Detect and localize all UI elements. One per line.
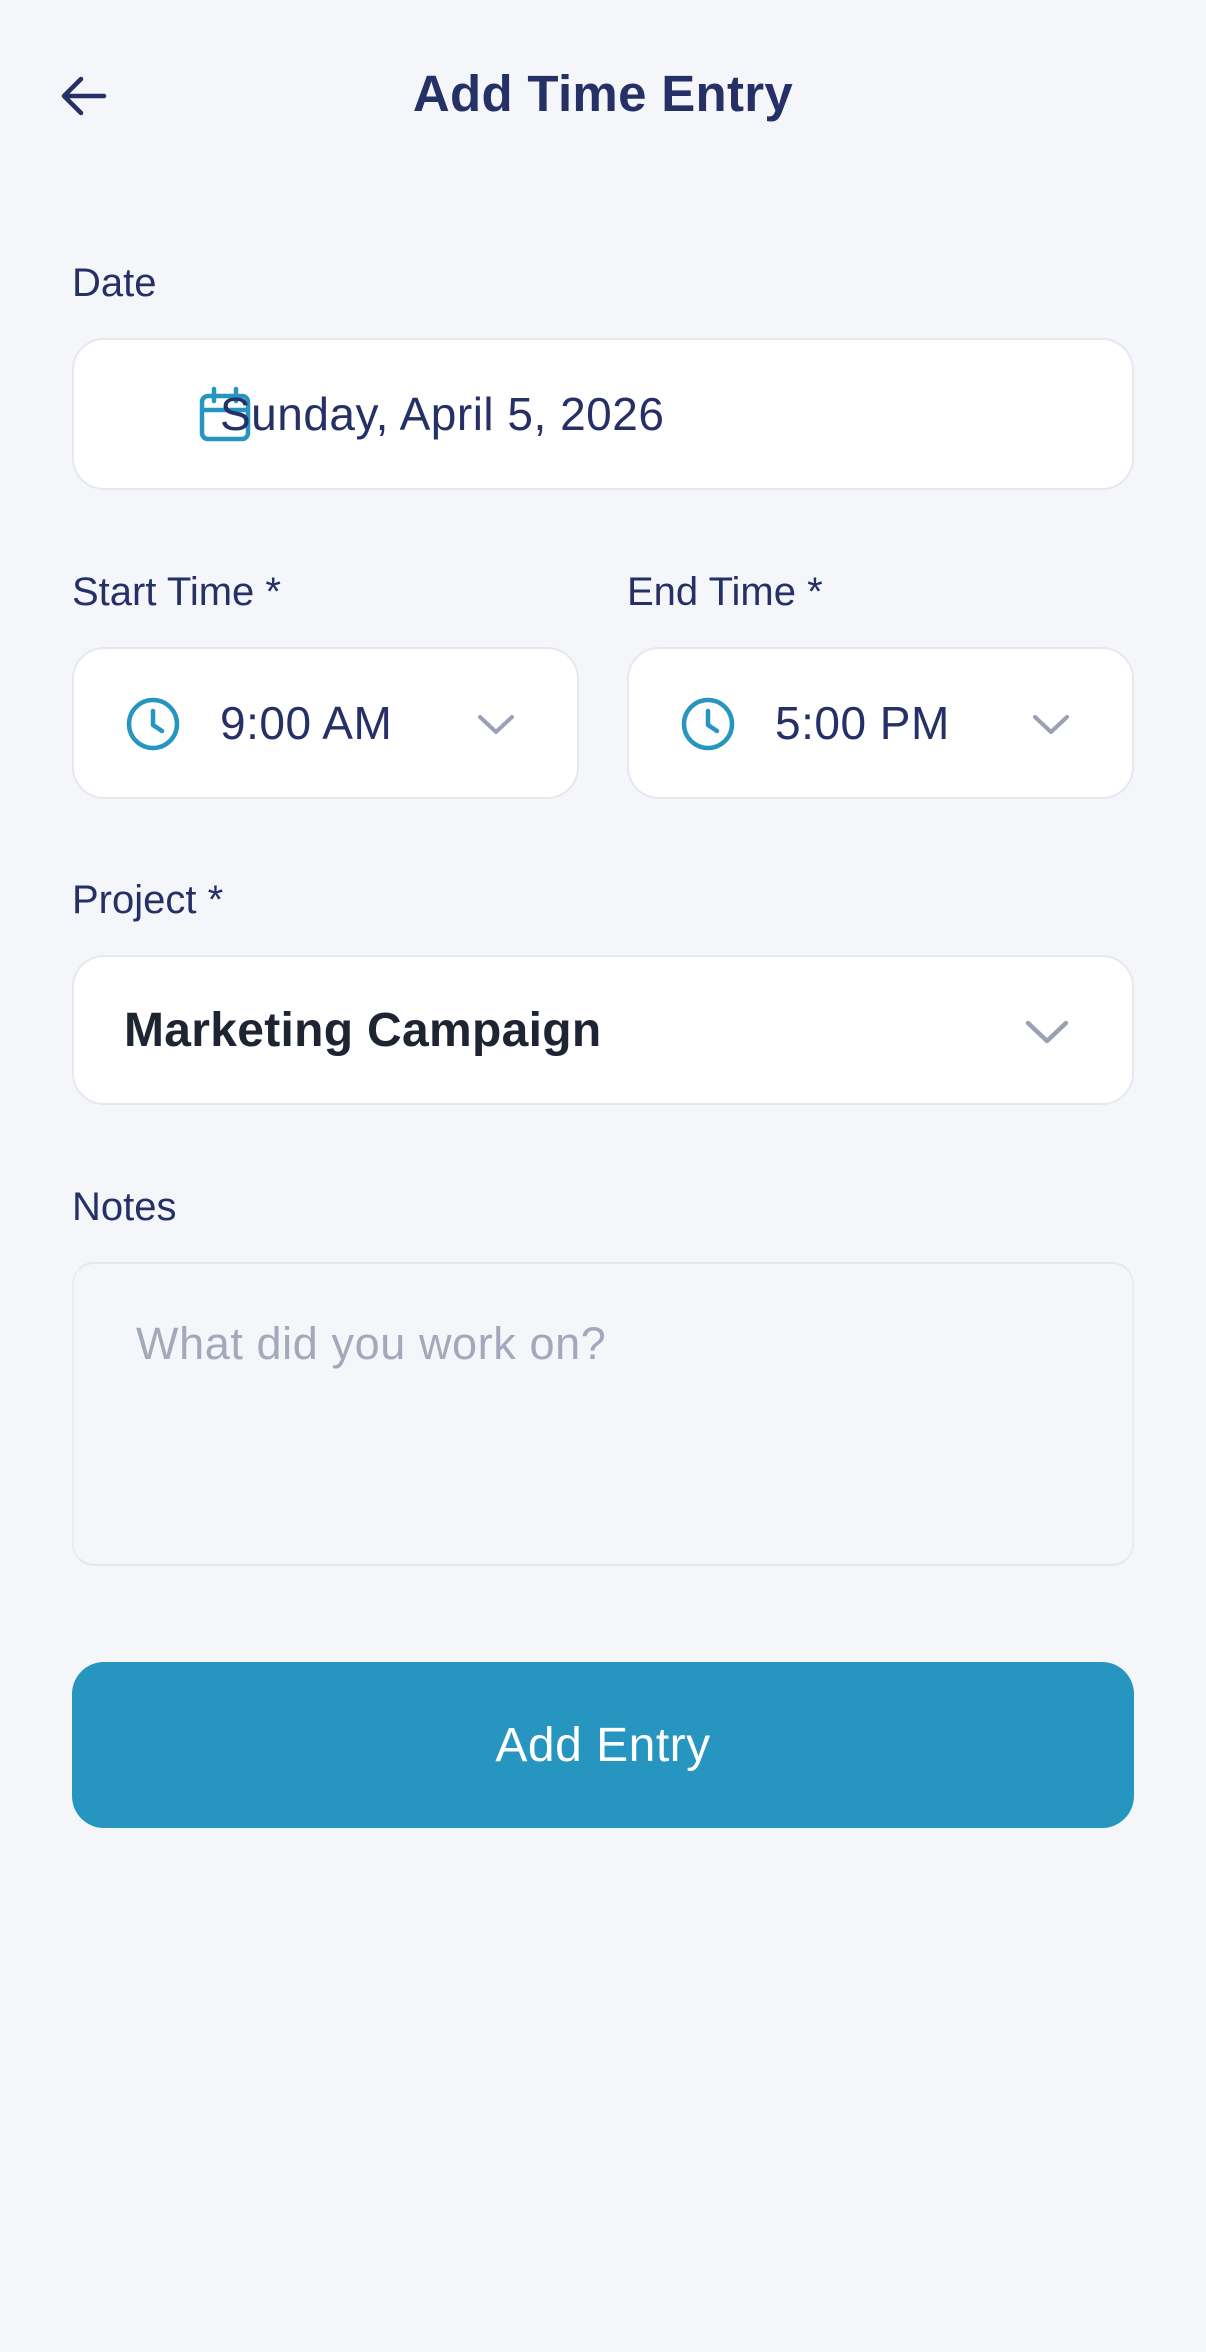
chevron-down-icon (1024, 1009, 1070, 1055)
chevron-down-icon (1031, 705, 1071, 745)
date-label: Date (72, 261, 157, 305)
clock-icon (679, 695, 737, 753)
date-picker[interactable]: Sunday, April 5, 2026 (72, 338, 1134, 490)
start-time-value: 9:00 AM (220, 697, 393, 749)
end-time-label: End Time * (627, 570, 823, 614)
add-entry-button[interactable]: Add Entry (72, 1662, 1134, 1828)
start-time-select[interactable]: 9:00 AM (72, 647, 579, 799)
notes-textarea[interactable] (72, 1262, 1134, 1566)
end-time-value: 5:00 PM (775, 697, 950, 749)
page-title: Add Time Entry (412, 65, 794, 122)
project-select[interactable]: Marketing Campaign (72, 955, 1134, 1105)
end-time-select[interactable]: 5:00 PM (627, 647, 1134, 799)
project-value: Marketing Campaign (124, 1003, 602, 1057)
clock-icon (124, 695, 182, 753)
header: Add Time Entry (0, 0, 1206, 196)
chevron-down-icon (476, 705, 516, 745)
notes-label: Notes (72, 1185, 177, 1229)
project-label: Project * (72, 878, 224, 922)
start-time-label: Start Time * (72, 570, 281, 614)
date-value: Sunday, April 5, 2026 (220, 388, 665, 440)
